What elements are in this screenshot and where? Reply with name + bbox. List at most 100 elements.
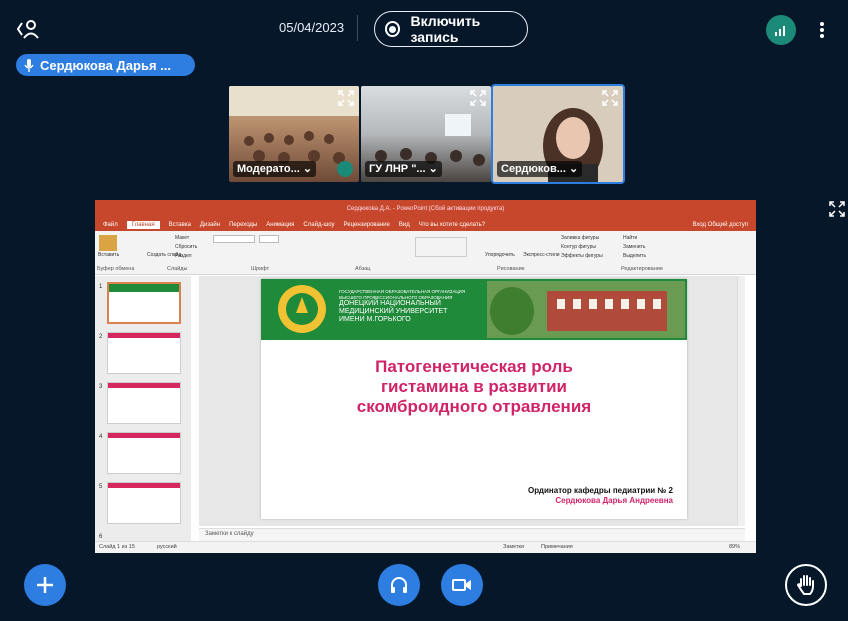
paste-icon <box>99 235 117 251</box>
shapes-gallery <box>415 237 467 257</box>
banner-small-text: ГОСУДАРСТВЕННАЯ ОБРАЗОВАТЕЛЬНАЯ ОРГАНИЗА… <box>339 289 466 300</box>
talking-user-chip[interactable]: Сердюкова Дарья ... <box>16 54 195 76</box>
sign-in-share: Вход Общий доступ <box>692 221 748 228</box>
participants-toggle-icon[interactable] <box>16 18 40 40</box>
microphone-icon <box>24 58 34 72</box>
record-icon <box>385 21 401 37</box>
banner-university-name: ДОНЕЦКИЙ НАЦИОНАЛЬНЫЙ МЕДИЦИНСКИЙ УНИВЕР… <box>339 300 448 323</box>
university-building-image <box>487 281 685 338</box>
slide-thumbnail <box>107 332 181 374</box>
slide-thumbnail <box>107 432 181 474</box>
tile-name: Сердюков... ⌄ <box>497 161 583 177</box>
title-line: Патогенетическая роль <box>375 357 573 376</box>
tell-me: Что вы хотите сделать? <box>418 221 486 228</box>
group-font: Шрифт <box>251 266 270 272</box>
start-recording-button[interactable]: Включить запись <box>374 11 528 47</box>
shape-outline-label: Контур фигуры <box>561 244 596 250</box>
ppt-ribbon-tabs: Файл Главная Вставка Дизайн Переходы Ани… <box>95 218 756 231</box>
video-button[interactable] <box>441 564 483 606</box>
arrange-label: Упорядочить <box>485 252 515 258</box>
thumb-number: 2 <box>99 334 103 340</box>
shape-effects-label: Эффекты фигуры <box>561 253 603 259</box>
select-label: Выделить <box>623 253 647 259</box>
tab-insert: Вставка <box>168 221 191 228</box>
headphones-icon <box>391 577 407 593</box>
banner-text: ГОСУДАРСТВЕННАЯ ОБРАЗОВАТЕЛЬНАЯ ОРГАНИЗА… <box>339 289 469 324</box>
more-options-icon[interactable] <box>812 18 832 42</box>
camera-icon <box>452 579 471 591</box>
university-banner: ГОСУДАРСТВЕННАЯ ОБРАЗОВАТЕЛЬНАЯ ОРГАНИЗА… <box>261 279 687 340</box>
tab-file: Файл <box>103 221 118 228</box>
vertical-scrollbar <box>737 276 745 526</box>
thumb-number: 1 <box>99 284 103 290</box>
group-clipboard: Буфер обмена <box>97 266 135 272</box>
group-slides: Слайды <box>167 266 188 272</box>
status-lang: русский <box>157 544 177 550</box>
record-label: Включить запись <box>410 13 481 45</box>
slide-editor: ГОСУДАРСТВЕННАЯ ОБРАЗОВАТЕЛЬНАЯ ОРГАНИЗА… <box>199 276 745 526</box>
shape-fill-label: Заливка фигуры <box>561 235 600 241</box>
notes-pane: Заметки к слайду <box>199 528 745 541</box>
font-size-field <box>259 235 279 243</box>
thumb-number: 5 <box>99 484 103 490</box>
status-comments: Примечания <box>541 544 573 550</box>
headphones-icon <box>337 161 353 177</box>
connection-status-icon[interactable] <box>766 15 796 45</box>
title-line: гистамина в развитии <box>380 377 568 396</box>
tab-animation: Анимация <box>266 221 295 228</box>
font-name-field <box>213 235 255 243</box>
tile-name: ГУ ЛНР "... ⌄ <box>365 161 442 177</box>
find-label: Найти <box>623 235 638 241</box>
plus-icon <box>37 577 53 593</box>
tab-review: Рецензирование <box>343 221 390 228</box>
audio-button[interactable] <box>378 564 420 606</box>
ppt-status-bar: Слайд 1 из 15 русский Заметки Примечания… <box>95 541 756 553</box>
title-line: скомброидного отравления <box>356 397 592 416</box>
tab-transitions: Переходы <box>229 221 258 228</box>
thumb-number: 6 <box>99 534 103 540</box>
expand-icon[interactable] <box>602 90 618 106</box>
author-role: Ординатор кафедры педиатрии № 2 <box>528 486 673 495</box>
meeting-date: 05/04/2023 <box>279 20 345 35</box>
talking-user-name: Сердюкова Дарья ... <box>40 57 171 73</box>
group-paragraph: Абзац <box>355 266 371 272</box>
group-drawing: Рисование <box>497 266 525 272</box>
slide-thumbnail <box>107 482 181 524</box>
slide-title: Патогенетическая роль гистамина в развит… <box>261 357 687 417</box>
thumb-number: 3 <box>99 384 103 390</box>
current-slide: ГОСУДАРСТВЕННАЯ ОБРАЗОВАТЕЛЬНАЯ ОРГАНИЗА… <box>261 279 687 519</box>
actions-button[interactable] <box>24 564 66 606</box>
tab-home: Главная <box>126 220 160 229</box>
expand-icon[interactable] <box>470 90 486 106</box>
slide-thumbnail <box>107 382 181 424</box>
tab-design: Дизайн <box>199 221 221 228</box>
ppt-title-bar: Сердюкова Д.А. - PowerPoint (Сбой актива… <box>95 200 756 218</box>
status-slide: Слайд 1 из 15 <box>99 544 135 550</box>
video-tile-gu-lnr[interactable]: ГУ ЛНР "... ⌄ <box>361 86 491 182</box>
replace-label: Заменить <box>623 244 646 250</box>
author-name: Сердюкова Дарья Андреевна <box>555 496 673 505</box>
expand-icon[interactable] <box>338 90 354 106</box>
status-zoom: 89% <box>729 544 741 550</box>
university-logo-icon <box>278 285 326 333</box>
raise-hand-button[interactable] <box>785 564 827 606</box>
layout-label: Макет <box>175 235 190 241</box>
ppt-ribbon: Вставить Создать слайд Макет Сбросить Ра… <box>95 231 756 275</box>
slide-thumbnail <box>107 282 181 324</box>
status-notes: Заметки <box>503 544 525 550</box>
tab-slideshow: Слайд-шоу <box>303 221 335 228</box>
divider <box>357 15 358 41</box>
reset-label: Сбросить <box>175 244 198 250</box>
screen-share[interactable]: Сердюкова Д.А. - PowerPoint (Сбой актива… <box>95 200 756 553</box>
video-tile-serdyukova[interactable]: Сердюков... ⌄ <box>491 84 625 184</box>
tile-name: Модерато... ⌄ <box>233 161 317 177</box>
thumb-number: 4 <box>99 434 103 440</box>
quick-styles-label: Экспресс-стили <box>523 252 560 258</box>
video-tile-moderator[interactable]: Модерато... ⌄ <box>229 86 359 182</box>
fullscreen-icon[interactable] <box>829 201 845 217</box>
section-label: Раздел <box>175 253 192 259</box>
slide-thumbnails-pane: 1 2 3 4 5 6 <box>95 276 191 541</box>
group-editing: Редактирование <box>621 266 663 272</box>
hand-icon <box>796 575 814 595</box>
tab-view: Вид <box>398 221 410 228</box>
